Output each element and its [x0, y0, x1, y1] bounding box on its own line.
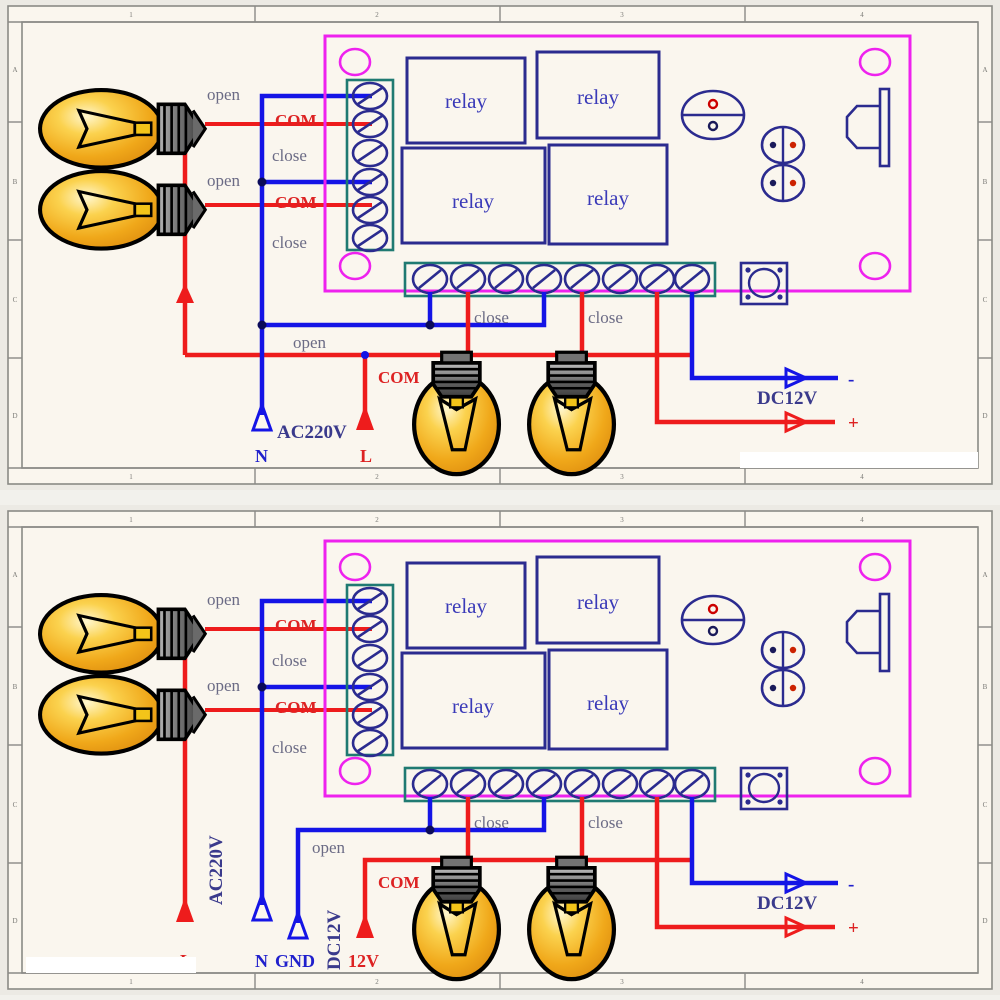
row-mark: D	[12, 917, 17, 925]
row-mark: A	[982, 571, 987, 579]
relay-label: relay	[445, 89, 487, 113]
row-mark: B	[983, 683, 988, 691]
label-close-2: close	[272, 233, 307, 252]
frame-inner	[21, 21, 979, 469]
label-open-1: open	[207, 85, 241, 104]
label-open-2: open	[207, 676, 241, 695]
column-mark: 3	[620, 516, 624, 524]
junction-dot	[257, 320, 267, 330]
label-open-bottom: open	[293, 333, 327, 352]
label-com-1: COM	[275, 616, 317, 635]
label-close-1: close	[272, 651, 307, 670]
junction-dot	[425, 320, 435, 330]
row-mark: A	[982, 66, 987, 74]
column-mark: 1	[129, 516, 133, 524]
column-mark: 3	[620, 473, 624, 481]
label-ac220v: AC220V	[206, 835, 227, 905]
row-mark: A	[12, 66, 17, 74]
row-mark: C	[13, 296, 18, 304]
column-mark: 3	[620, 11, 624, 19]
label-12v: 12V	[348, 951, 379, 971]
column-mark: 1	[129, 11, 133, 19]
row-mark: B	[13, 683, 18, 691]
junction-dot	[257, 177, 267, 187]
junction-dot	[257, 682, 267, 692]
label-n: N	[255, 446, 268, 466]
label-com-1: COM	[275, 111, 317, 130]
row-mark: D	[982, 917, 987, 925]
row-mark: B	[983, 178, 988, 186]
diagram-root: 1 2 3 4 1 2 3 4 A B C D A B C D relay re…	[0, 0, 1000, 1000]
relay-label: relay	[452, 189, 494, 213]
column-mark: 2	[375, 516, 379, 524]
column-mark: 3	[620, 978, 624, 986]
relay-label: relay	[587, 186, 629, 210]
diagram-panel-dc-powered: 1 2 3 4 1 2 3 4 A B C D A B C D relay re…	[0, 505, 1000, 995]
label-open-bottom: open	[312, 838, 346, 857]
column-mark: 4	[860, 473, 864, 481]
watermark-strip	[740, 452, 978, 468]
row-mark: D	[982, 412, 987, 420]
label-dc-negative: -	[848, 369, 854, 390]
label-close-bottom-2: close	[588, 308, 623, 327]
label-dc12v: DC12V	[757, 893, 817, 914]
label-close-bottom-1: close	[474, 308, 509, 327]
junction-dot	[425, 825, 435, 835]
label-l: L	[360, 446, 372, 466]
column-mark: 2	[375, 11, 379, 19]
label-com-bottom: COM	[378, 873, 420, 892]
column-mark: 4	[860, 516, 864, 524]
row-mark: A	[12, 571, 17, 579]
label-dc-negative: -	[848, 874, 854, 895]
label-open-2: open	[207, 171, 241, 190]
label-close-1: close	[272, 146, 307, 165]
relay-label: relay	[452, 694, 494, 718]
label-close-bottom-1: close	[474, 813, 509, 832]
label-gnd: GND	[275, 951, 315, 971]
label-dc-positive: +	[848, 413, 859, 434]
row-mark: D	[12, 412, 17, 420]
label-dc12v: DC12V	[757, 388, 817, 409]
relay-label: relay	[577, 590, 619, 614]
column-mark: 1	[129, 978, 133, 986]
frame-inner	[21, 526, 979, 974]
relay-label: relay	[577, 85, 619, 109]
label-dc12v-input: DC12V	[324, 910, 345, 970]
diagram-panel-ac-powered: 1 2 3 4 1 2 3 4 A B C D A B C D relay re…	[0, 0, 1000, 490]
column-mark: 2	[375, 978, 379, 986]
junction-dot	[361, 351, 369, 359]
column-mark: 1	[129, 473, 133, 481]
row-mark: C	[983, 296, 988, 304]
label-dc-positive: +	[848, 918, 859, 939]
label-com-2: COM	[275, 193, 317, 212]
column-mark: 2	[375, 473, 379, 481]
label-close-bottom-2: close	[588, 813, 623, 832]
watermark-strip	[26, 957, 196, 973]
row-mark: C	[983, 801, 988, 809]
row-mark: B	[13, 178, 18, 186]
label-com-bottom: COM	[378, 368, 420, 387]
row-mark: C	[13, 801, 18, 809]
relay-label: relay	[587, 691, 629, 715]
label-n: N	[255, 951, 268, 971]
relay-label: relay	[445, 594, 487, 618]
label-ac220v: AC220V	[277, 422, 347, 443]
column-mark: 4	[860, 11, 864, 19]
label-com-2: COM	[275, 698, 317, 717]
column-mark: 4	[860, 978, 864, 986]
label-close-2: close	[272, 738, 307, 757]
label-open-1: open	[207, 590, 241, 609]
